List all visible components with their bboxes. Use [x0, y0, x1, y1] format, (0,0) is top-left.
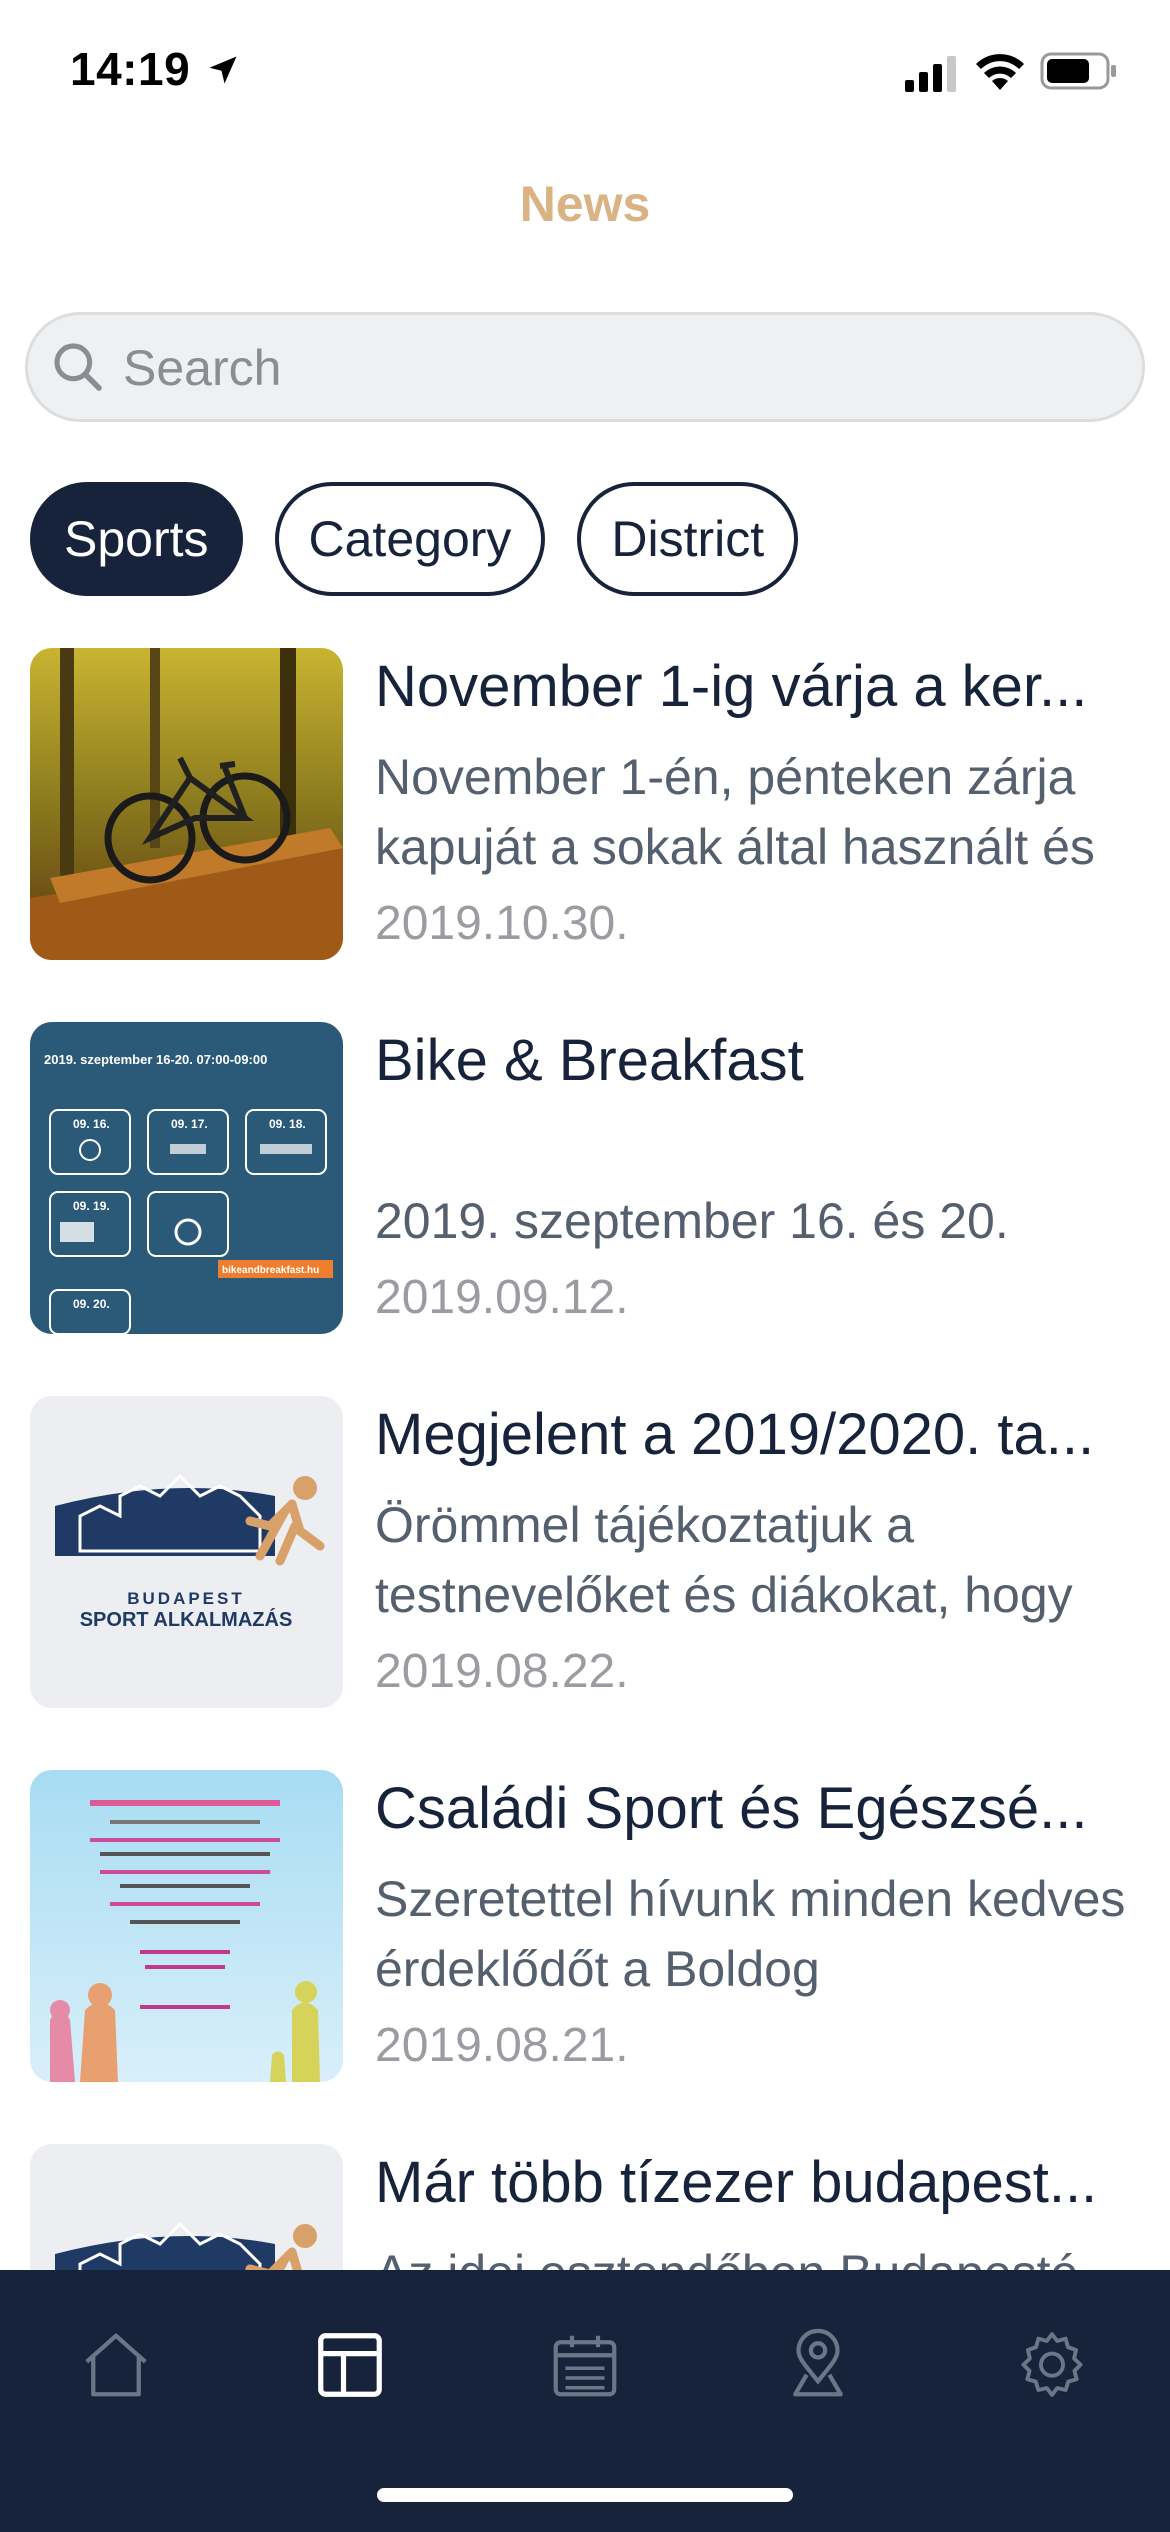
tab-settings[interactable] [997, 2310, 1107, 2420]
home-indicator [377, 2488, 793, 2502]
news-date: 2019.08.21. [375, 2019, 629, 2072]
news-summary: November 1-én, pénteken zárja kapuját a … [375, 749, 1095, 875]
news-title: Már több tízezer budapest... [375, 2150, 1098, 2215]
news-thumbnail-bike-forest [30, 648, 343, 960]
tab-bar [0, 2270, 1170, 2532]
map-pin-icon [793, 2328, 843, 2397]
wifi-icon [976, 54, 1024, 90]
filter-chips: Sports Category District [30, 482, 799, 596]
news-title: November 1-ig várja a ker... [375, 654, 1088, 719]
search-icon [54, 343, 102, 391]
home-icon [85, 2333, 147, 2397]
status-bar: 14:19 [0, 0, 1170, 150]
news-summary: Szeretettel hívunk minden kedves érdeklő… [375, 1871, 1126, 1997]
news-list: November 1-ig várja a ker... November 1-… [0, 648, 1170, 2270]
svg-text:09. 20.: 09. 20. [73, 1297, 110, 1311]
news-thumbnail-bike-breakfast: 2019. szeptember 16-20. 07:00-09:00 09. … [30, 1022, 343, 1334]
news-summary: Az idei esztendőben Budapesté [375, 2238, 1145, 2270]
svg-text:09. 18.: 09. 18. [269, 1117, 306, 1131]
news-item[interactable]: 2019. szeptember 16-20. 07:00-09:00 09. … [0, 1022, 1170, 1334]
news-item[interactable]: November 1-ig várja a ker... November 1-… [0, 648, 1170, 960]
news-date: 2019.10.30. [375, 897, 629, 950]
tab-calendar[interactable] [530, 2310, 640, 2420]
news-title: Megjelent a 2019/2020. ta... [375, 1402, 1095, 1467]
tab-map[interactable] [763, 2310, 873, 2420]
news-date: 2019.08.22. [375, 1645, 629, 1698]
location-arrow-icon [209, 56, 237, 84]
news-item[interactable]: BUDAPEST SPORT ALKALMAZÁS Megjelent a 20… [0, 1396, 1170, 1708]
svg-text:09. 17.: 09. 17. [171, 1117, 208, 1131]
search-input[interactable] [123, 337, 1103, 399]
news-item[interactable]: Családi Sport és Egészsé... Szeretettel … [0, 1770, 1170, 2082]
poster-date-text: 2019. szeptember 16-20. 07:00-09:00 [44, 1052, 267, 1067]
svg-text:BUDAPEST: BUDAPEST [127, 1589, 245, 1608]
svg-text:SPORT ALKALMAZÁS: SPORT ALKALMAZÁS [80, 1608, 293, 1631]
page-title: News [519, 176, 651, 232]
news-summary: 2019. szeptember 16. és 20. [375, 1193, 1009, 1249]
settings-gear-icon [1021, 2332, 1083, 2397]
calendar-icon [553, 2335, 617, 2397]
svg-text:09. 19.: 09. 19. [73, 1199, 110, 1213]
news-title: Családi Sport és Egészsé... [375, 1776, 1088, 1841]
cellular-signal-icon [905, 56, 956, 92]
filter-chip-sports[interactable]: Sports [30, 482, 243, 596]
battery-icon [1040, 52, 1116, 90]
news-item[interactable]: BUDAPEST SPORT ALKALMAZÁS Már több tízez… [0, 2144, 1170, 2270]
news-thumbnail-budapest-sport-logo: BUDAPEST SPORT ALKALMAZÁS [30, 1396, 343, 1708]
news-thumbnail-budapest-sport-logo: BUDAPEST SPORT ALKALMAZÁS [30, 2144, 343, 2270]
news-date: 2019.09.12. [375, 1271, 629, 1324]
tab-home[interactable] [61, 2310, 171, 2420]
news-thumbnail-family-sport-poster [30, 1770, 343, 2082]
status-time: 14:19 [70, 43, 191, 95]
news-layout-icon [318, 2333, 382, 2397]
filter-chip-category[interactable]: Category [274, 482, 546, 596]
svg-text:09. 16.: 09. 16. [73, 1117, 110, 1131]
search-bar[interactable] [25, 312, 1145, 422]
filter-chip-district[interactable]: District [577, 482, 799, 596]
svg-text:bikeandbreakfast.hu: bikeandbreakfast.hu [222, 1265, 319, 1276]
tab-news[interactable] [295, 2310, 405, 2420]
news-title: Bike & Breakfast [375, 1028, 804, 1093]
news-summary: Örömmel tájékoztatjuk a testnevelőket és… [375, 1497, 1073, 1623]
